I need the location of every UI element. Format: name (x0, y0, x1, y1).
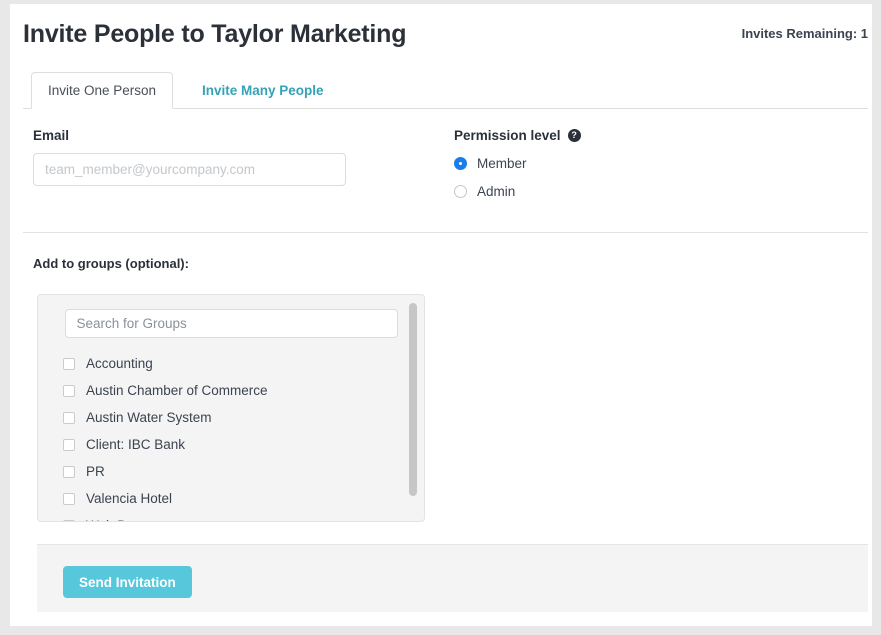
tab-bar: Invite One Person Invite Many People (23, 72, 868, 109)
radio-member-label: Member (477, 156, 527, 171)
screen: Invite People to Taylor Marketing Invite… (0, 0, 881, 635)
group-checkbox[interactable] (63, 492, 75, 505)
permission-level-label: Permission level (454, 128, 561, 143)
radio-option-member[interactable]: Member (454, 156, 581, 171)
add-to-groups-label: Add to groups (optional): (33, 256, 189, 271)
group-label: Austin Chamber of Commerce (86, 383, 268, 398)
group-checkbox[interactable] (63, 519, 75, 521)
form-footer: Send Invitation (37, 544, 868, 612)
group-list-item[interactable]: Austin Chamber of Commerce (63, 377, 424, 404)
email-field-group: Email (33, 128, 346, 186)
tab-invite-many-people[interactable]: Invite Many People (185, 72, 341, 109)
tab-label: Invite One Person (48, 83, 157, 98)
group-label: Accounting (86, 356, 153, 371)
page-title: Invite People to Taylor Marketing (23, 20, 407, 48)
group-list-item[interactable]: Accounting (63, 350, 424, 377)
groups-scrollbar-thumb[interactable] (409, 303, 417, 496)
section-divider (23, 232, 868, 233)
group-label: Austin Water System (86, 410, 212, 425)
permission-level-group: Permission level ? Member Admin (454, 128, 581, 199)
radio-member-input[interactable] (454, 157, 467, 170)
group-list-item[interactable]: Valencia Hotel (63, 485, 424, 512)
group-label: Web Dev (86, 518, 141, 521)
permission-level-header: Permission level ? (454, 128, 581, 143)
group-checkbox[interactable] (63, 438, 75, 451)
group-checkbox[interactable] (63, 465, 75, 478)
radio-admin-input[interactable] (454, 185, 467, 198)
group-list-item[interactable]: Web Dev (63, 512, 424, 521)
card-header: Invite People to Taylor Marketing Invite… (10, 4, 872, 62)
tab-label: Invite Many People (202, 83, 324, 98)
group-search-input[interactable] (64, 309, 398, 338)
invites-remaining-text: Invites Remaining: 1 (741, 26, 868, 41)
group-checkbox[interactable] (63, 357, 75, 370)
group-label: PR (86, 464, 105, 479)
groups-selector-panel: Accounting Austin Chamber of Commerce Au… (37, 294, 425, 522)
invite-card: Invite People to Taylor Marketing Invite… (10, 4, 872, 626)
group-label: Client: IBC Bank (86, 437, 186, 452)
group-list-item[interactable]: PR (63, 458, 424, 485)
groups-scrollbar-track[interactable] (409, 298, 421, 518)
radio-option-admin[interactable]: Admin (454, 184, 581, 199)
group-list-item[interactable]: Austin Water System (63, 404, 424, 431)
group-list: Accounting Austin Chamber of Commerce Au… (38, 350, 424, 521)
tab-invite-one-person[interactable]: Invite One Person (31, 72, 174, 109)
send-invitation-button[interactable]: Send Invitation (63, 566, 192, 598)
question-mark-icon[interactable]: ? (567, 129, 581, 142)
group-checkbox[interactable] (63, 384, 75, 397)
email-input[interactable] (33, 153, 346, 186)
group-checkbox[interactable] (63, 411, 75, 424)
group-label: Valencia Hotel (86, 491, 173, 506)
group-list-item[interactable]: Client: IBC Bank (63, 431, 424, 458)
radio-admin-label: Admin (477, 184, 516, 199)
email-label: Email (33, 128, 70, 143)
